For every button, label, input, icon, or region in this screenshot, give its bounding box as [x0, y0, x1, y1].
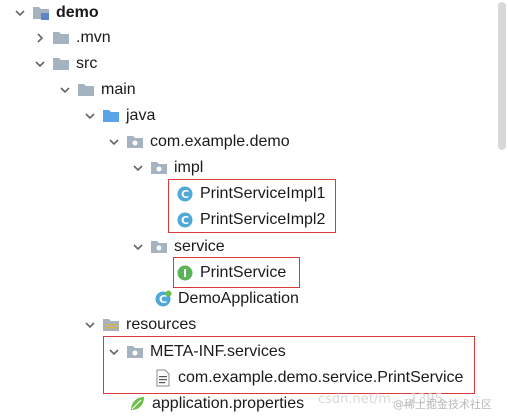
chevron-down-icon[interactable]: [82, 108, 98, 124]
source-folder-icon: [102, 107, 120, 125]
tree-item-demo[interactable]: demo: [12, 0, 508, 26]
tree-item-package[interactable]: com.example.demo: [106, 129, 508, 155]
tree-item-demo-application[interactable]: C DemoApplication: [154, 286, 508, 312]
scrollbar-thumb[interactable]: [498, 2, 506, 150]
tree-label: application.properties: [152, 395, 305, 412]
tree-label: META-INF.services: [150, 343, 286, 360]
chevron-down-icon[interactable]: [130, 160, 146, 176]
tree-item-java[interactable]: java: [82, 103, 508, 129]
spring-properties-icon: [128, 395, 146, 413]
tree-label: com.example.demo: [150, 133, 290, 150]
class-icon: C: [176, 185, 194, 203]
tree-label: com.example.demo.service.PrintService: [178, 369, 464, 386]
tree-item-mvn[interactable]: .mvn: [32, 25, 508, 51]
text-file-icon: [154, 369, 172, 387]
tree-label: PrintServiceImpl2: [200, 211, 326, 228]
tree-item-impl2[interactable]: C PrintServiceImpl2: [176, 207, 508, 233]
tree-label: demo: [56, 4, 99, 21]
folder-icon: [52, 55, 70, 73]
svg-text:C: C: [159, 293, 167, 306]
folder-icon: [77, 81, 95, 99]
watermark: @稀土掘金技术社区: [393, 398, 492, 411]
tree-label: impl: [174, 159, 204, 176]
package-icon: [126, 343, 144, 361]
tree-label: .mvn: [76, 29, 111, 46]
chevron-down-icon[interactable]: [82, 317, 98, 333]
chevron-down-icon[interactable]: [106, 134, 122, 150]
folder-icon: [52, 29, 70, 47]
resources-folder-icon: [102, 316, 120, 334]
tree-label: resources: [126, 316, 197, 333]
project-tree: demo .mvn src main java com.example.demo…: [0, 0, 508, 416]
class-icon: C: [176, 211, 194, 229]
package-icon: [150, 238, 168, 256]
tree-item-src[interactable]: src: [32, 51, 508, 77]
tree-label: service: [174, 238, 225, 255]
tree-item-print-service[interactable]: I PrintService: [176, 260, 508, 286]
tree-item-impl[interactable]: impl: [130, 155, 508, 181]
tree-item-service-file[interactable]: com.example.demo.service.PrintService: [154, 365, 508, 391]
svg-text:C: C: [181, 188, 189, 201]
package-icon: [150, 159, 168, 177]
tree-item-impl1[interactable]: C PrintServiceImpl1: [176, 181, 508, 207]
svg-text:I: I: [183, 267, 187, 280]
chevron-right-icon[interactable]: [32, 30, 48, 46]
tree-label: PrintServiceImpl1: [200, 185, 326, 202]
spring-boot-class-icon: C: [154, 290, 172, 308]
tree-item-service-package[interactable]: service: [130, 234, 508, 260]
tree-item-resources[interactable]: resources: [82, 312, 508, 338]
tree-label: src: [76, 55, 98, 72]
vertical-scrollbar[interactable]: [496, 0, 508, 416]
package-icon: [126, 133, 144, 151]
interface-icon: I: [176, 264, 194, 282]
chevron-down-icon[interactable]: [12, 5, 28, 21]
chevron-down-icon[interactable]: [130, 239, 146, 255]
chevron-down-icon[interactable]: [32, 56, 48, 72]
tree-label: DemoApplication: [178, 290, 299, 307]
tree-item-meta-inf[interactable]: META-INF.services: [106, 339, 508, 365]
folder-module-icon: [32, 4, 50, 22]
tree-item-main[interactable]: main: [57, 77, 508, 103]
tree-label: PrintService: [200, 264, 287, 281]
tree-label: java: [126, 107, 156, 124]
tree-label: main: [101, 81, 136, 98]
chevron-down-icon[interactable]: [57, 82, 73, 98]
svg-text:C: C: [181, 214, 189, 227]
chevron-down-icon[interactable]: [106, 344, 122, 360]
